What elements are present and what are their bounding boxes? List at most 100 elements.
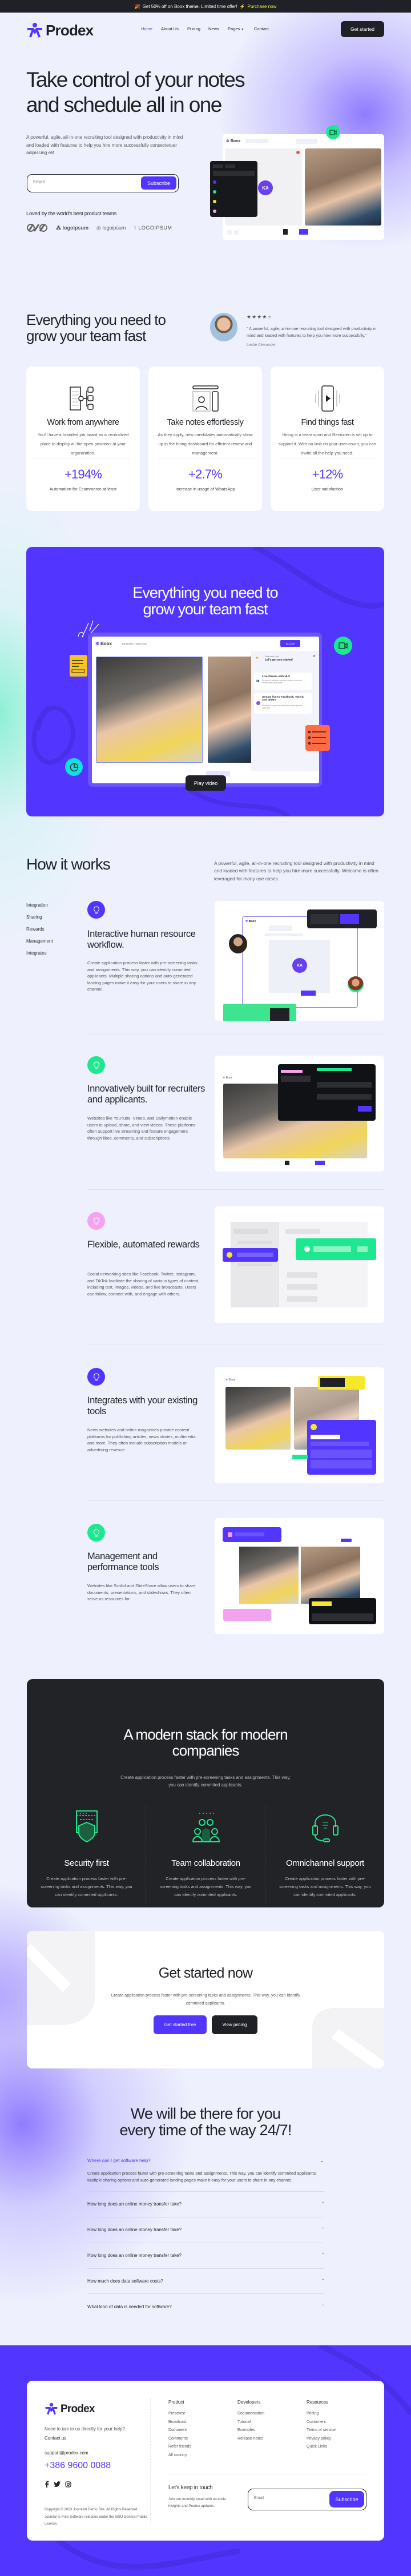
footer-link[interactable]: Customers xyxy=(307,2420,336,2424)
nav-contact[interactable]: Contact xyxy=(254,26,269,31)
faq-question[interactable]: How much does data software costs? ˆ xyxy=(87,2279,324,2284)
contact-us-link[interactable]: Contact us xyxy=(45,2436,66,2441)
client-logos: ⁂ logoipsum ◎ logoipsum ⌇ LOGOIPSUM xyxy=(26,223,172,232)
headset-icon xyxy=(312,1814,339,1842)
faq-question[interactable]: How long does an online money transfer t… xyxy=(87,2253,324,2258)
footer-column-title: Resources xyxy=(307,2400,329,2405)
notes-sticker-icon xyxy=(70,655,87,677)
participants-panel xyxy=(210,161,257,217)
loved-by-label: Loved by the world's best product teams xyxy=(26,211,117,217)
stack-item-title: Team collaboration xyxy=(171,1858,240,1868)
sidebar-item-management[interactable]: Management xyxy=(26,939,53,944)
testimonial-quote: " A powerful, agile, all-in-one recruiti… xyxy=(247,326,377,338)
stack-item-title: Security first xyxy=(64,1858,109,1868)
faq-question[interactable]: What kind of data is needed for software… xyxy=(87,2304,324,2309)
security-shield-icon xyxy=(75,1810,98,1843)
newsletter-subscribe-button[interactable]: Subscribe xyxy=(329,2491,364,2507)
mockup-app-name: ✲ Boox xyxy=(95,641,112,646)
footer-link[interactable]: Pricing xyxy=(307,2412,336,2416)
feature-card: Work from anywhere You'll have a branded… xyxy=(26,367,140,511)
divider xyxy=(87,1500,384,1501)
party-icon: 🎉 xyxy=(134,3,140,9)
footer-link[interactable]: Presence xyxy=(168,2412,191,2416)
feature-stat-label: Increase in usage of WhatsApp xyxy=(175,486,235,492)
twitter-icon[interactable] xyxy=(54,2481,61,2487)
footer-link[interactable]: Quick Links xyxy=(307,2445,336,2449)
get-started-free-button[interactable]: Get started free xyxy=(154,2015,207,2034)
row-title: Integrates with your existing tools xyxy=(87,1395,198,1416)
nav-home[interactable]: Home xyxy=(141,26,152,31)
footer-link[interactable]: All country xyxy=(168,2453,191,2457)
brand-name: Prodex xyxy=(46,22,94,39)
nav-news[interactable]: News xyxy=(208,26,219,31)
stack-item: Omnichannel support Create application p… xyxy=(265,1810,385,1899)
stream-option[interactable]: Live Stream with HLS Stream to millions,… xyxy=(254,673,312,690)
support-email-link[interactable]: support@prodex.com xyxy=(45,2450,88,2456)
footer-link[interactable]: Tutorial xyxy=(237,2420,264,2424)
stack-title: A modern stack for modern companies xyxy=(123,1726,288,1759)
faq-title: We will be there for you every time of t… xyxy=(119,2105,292,2139)
how-description: A powerful, agile, all-in-one recruiting… xyxy=(214,860,378,882)
facebook-icon[interactable] xyxy=(45,2481,49,2488)
footer-link[interactable]: Documentation xyxy=(237,2412,264,2416)
instagram-icon[interactable] xyxy=(65,2481,71,2488)
stack-item-desc: Create application process faster with p… xyxy=(160,1876,252,1897)
management-illustration xyxy=(215,1518,384,1634)
video-app-mockup: ✲ Boox Joy Banks, host (You) Go Live ♥ W… xyxy=(92,637,319,783)
nav-pricing[interactable]: Pricing xyxy=(187,26,200,31)
close-icon[interactable]: ✕ xyxy=(313,654,316,658)
hero-title: Take control of your notes and schedule … xyxy=(26,67,245,118)
feature-card: Take notes effortlessly As they apply, n… xyxy=(148,367,262,511)
sidebar-item-integrates[interactable]: Integrates xyxy=(26,951,47,956)
participant-video-man xyxy=(208,657,253,763)
play-video-button[interactable]: Play video xyxy=(186,775,226,791)
feature-desc: Hiring is a team sport and Recruiten is … xyxy=(279,432,376,456)
row-title: Innovatively built for recruiters and ap… xyxy=(87,1084,205,1105)
mockup-app-name: ✲ Boox xyxy=(244,919,257,924)
how-title: How it works xyxy=(26,855,111,873)
brand-name: Prodex xyxy=(61,2403,95,2415)
feature-card: Find things fast Hiring is a team sport … xyxy=(271,367,384,511)
footer-link[interactable]: Terms of service xyxy=(307,2428,336,2432)
row-desc: Websites like YouTube, Vimeo, and Dailym… xyxy=(87,1116,196,1141)
footer-link[interactable]: Privacy policy xyxy=(307,2437,336,2441)
footer-link[interactable]: Broadcast xyxy=(168,2420,191,2424)
stack-item: Team collaboration Create application pr… xyxy=(146,1810,265,1899)
footer-link[interactable]: Examples xyxy=(237,2428,264,2432)
newsletter-email-input[interactable] xyxy=(254,2496,323,2500)
view-pricing-button[interactable]: View pricing xyxy=(212,2015,257,2034)
workflow-icon xyxy=(70,387,94,410)
sidebar-item-rewards[interactable]: Rewards xyxy=(26,927,45,932)
mockup-app-name: ✲ Boox xyxy=(225,1378,235,1382)
nav-pages[interactable]: Pages ▼ xyxy=(228,26,244,31)
sidebar-item-sharing[interactable]: Sharing xyxy=(26,915,42,920)
lightbulb-icon xyxy=(87,1056,105,1074)
row-title: Interactive human resource workflow. xyxy=(87,929,196,950)
stream-option-title: Live Stream with HLS xyxy=(262,675,291,678)
get-started-text: Let's get you started xyxy=(265,658,293,662)
get-started-button[interactable]: Get started xyxy=(341,21,384,37)
purchase-now-link[interactable]: Purchase now xyxy=(248,4,277,9)
hero-email-input[interactable] xyxy=(33,179,136,184)
footer-link[interactable]: Refer friends xyxy=(168,2445,191,2449)
feature-desc: As they apply, new candidates automatica… xyxy=(158,432,253,456)
hero-subscribe-button[interactable]: Subscribe xyxy=(141,176,176,190)
chevron-up-icon: ˆ xyxy=(322,2201,324,2207)
mockup-app-name: ✲ Boox xyxy=(226,139,241,143)
rating-stars: ★★★★★ xyxy=(247,314,273,320)
footer-column-resources: Resources Pricing Customers Terms of ser… xyxy=(307,2400,336,2453)
footer-link[interactable]: Comments xyxy=(168,2437,191,2441)
sidebar-item-integration[interactable]: Integration xyxy=(26,903,48,908)
stream-option[interactable]: Stream live to Facebook, Twitch, and oth… xyxy=(254,693,312,714)
faq-question[interactable]: How long does an online money transfer t… xyxy=(87,2227,324,2232)
brand-logo[interactable]: Prodex xyxy=(26,22,94,39)
go-live-button[interactable]: Go Live xyxy=(280,640,300,647)
participant-avatar: KA xyxy=(258,180,273,195)
footer-logo[interactable]: Prodex xyxy=(45,2402,95,2416)
footer-link[interactable]: Release notes xyxy=(237,2437,264,2441)
faq-question[interactable]: Where can I get software help? ⌄ xyxy=(87,2158,324,2163)
faq-question[interactable]: How long does an online money transfer t… xyxy=(87,2201,324,2207)
footer-link[interactable]: Document xyxy=(168,2428,191,2432)
nav-about-us[interactable]: About Us xyxy=(161,26,179,31)
host-name: Joy Banks, host (You) xyxy=(122,642,147,645)
